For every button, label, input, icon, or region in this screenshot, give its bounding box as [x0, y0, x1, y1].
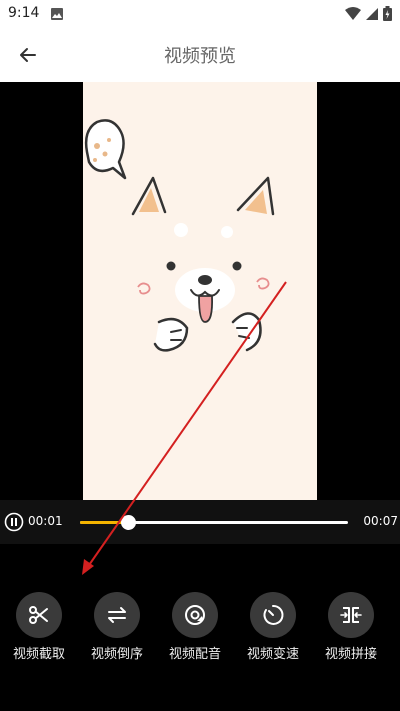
wifi-icon — [345, 6, 361, 20]
progress-slider[interactable] — [80, 515, 348, 530]
tool-merge-button[interactable]: 视频拼接 — [312, 592, 390, 662]
total-time: 00:07 — [363, 514, 398, 528]
page-title: 视频预览 — [164, 46, 236, 67]
progress-thumb[interactable] — [121, 515, 137, 530]
tool-bar: 视频截取 视频倒序 视频配音 视频变速 视频拼接 — [0, 592, 400, 672]
signal-icon — [366, 7, 378, 20]
video-player[interactable] — [0, 82, 400, 500]
tool-reverse-label: 视频倒序 — [90, 647, 143, 662]
status-icons — [345, 6, 392, 21]
image-notification-icon — [51, 8, 63, 20]
tool-reverse-button[interactable]: 视频倒序 — [78, 592, 156, 662]
tool-trim-label: 视频截取 — [12, 647, 65, 662]
tool-dub-button[interactable]: 视频配音 — [156, 592, 234, 662]
timer-icon — [263, 604, 284, 625]
swap-arrows-icon — [108, 607, 126, 623]
scissors-icon — [29, 606, 48, 624]
tool-speed-label: 视频变速 — [246, 647, 299, 662]
tool-trim-button[interactable]: 视频截取 — [0, 592, 78, 662]
status-time: 9:14 — [8, 5, 40, 21]
shiba-illustration — [84, 119, 275, 352]
tool-merge-label: 视频拼接 — [324, 647, 377, 662]
player-controls: 00:01 00:07 — [0, 500, 400, 544]
app-bar: 视频预览 — [0, 28, 400, 82]
battery-icon — [383, 6, 392, 21]
current-time: 00:01 — [28, 514, 63, 528]
status-bar: 9:14 — [0, 0, 400, 28]
tool-trim-circle — [16, 592, 62, 638]
tool-speed-circle — [250, 592, 296, 638]
tool-dub-circle — [172, 592, 218, 638]
tool-reverse-circle — [94, 592, 140, 638]
tool-dub-label: 视频配音 — [168, 647, 221, 662]
tool-speed-button[interactable]: 视频变速 — [234, 592, 312, 662]
merge-icon — [340, 607, 362, 623]
pause-icon[interactable] — [4, 512, 24, 532]
music-disc-icon — [185, 605, 205, 625]
video-frame — [83, 82, 317, 500]
tool-merge-circle — [328, 592, 374, 638]
